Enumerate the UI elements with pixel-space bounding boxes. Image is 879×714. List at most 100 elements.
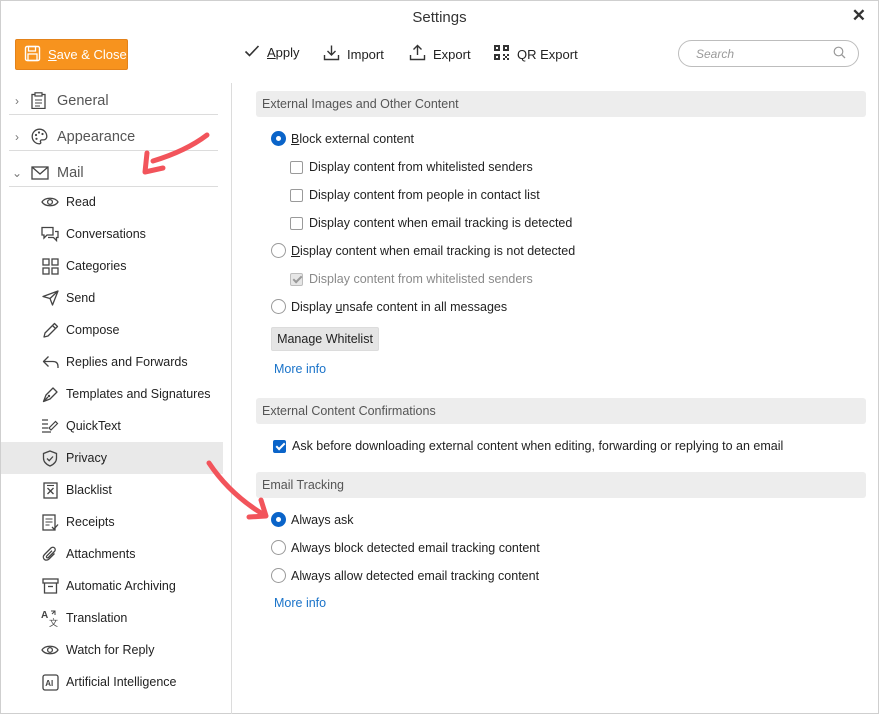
- sidebar-item-attachments[interactable]: Attachments: [1, 538, 223, 570]
- sidebar-item-label: Watch for Reply: [66, 643, 155, 657]
- sidebar-item-conversations[interactable]: Conversations: [1, 218, 223, 250]
- qr-export-label: QR Export: [517, 46, 578, 62]
- sidebar-item-label: Conversations: [66, 227, 146, 241]
- chat-bubbles-icon: [40, 224, 60, 244]
- sidebar-item-receipts[interactable]: Receipts: [1, 506, 223, 538]
- grid-icon: [40, 256, 60, 276]
- whitelisted-senders-label: Display content from whitelisted senders: [309, 160, 533, 174]
- checkbox-indicator[interactable]: [290, 216, 303, 230]
- checkbox-indicator[interactable]: [290, 160, 303, 174]
- manage-whitelist-button[interactable]: Manage Whitelist: [271, 327, 379, 351]
- sidebar-item-privacy[interactable]: Privacy: [1, 442, 223, 474]
- sidebar-item-label: Compose: [66, 323, 120, 337]
- more-info-link[interactable]: More info: [274, 596, 326, 610]
- section-header-confirmations: External Content Confirmations: [256, 398, 866, 424]
- checkbox-indicator[interactable]: [290, 188, 303, 202]
- svg-text:AI: AI: [45, 679, 53, 688]
- sidebar-item-label: Blacklist: [66, 483, 112, 497]
- section-header-external-images: External Images and Other Content: [256, 91, 866, 117]
- pencil-icon: [40, 320, 60, 340]
- clipboard-icon: [31, 92, 55, 109]
- tracking-not-detected-label: Display content when email tracking is n…: [291, 243, 576, 258]
- sidebar-item-label: Templates and Signatures: [66, 387, 211, 401]
- always-ask-radio[interactable]: Always ask: [271, 512, 354, 527]
- sidebar-item-label: Privacy: [66, 451, 107, 465]
- envelope-icon: [31, 165, 55, 180]
- sidebar-item-blacklist[interactable]: Blacklist: [1, 474, 223, 506]
- checkbox-indicator[interactable]: [273, 439, 286, 453]
- search-icon[interactable]: [833, 46, 846, 62]
- sidebar-item-send[interactable]: Send: [1, 282, 223, 314]
- radio-indicator[interactable]: [271, 243, 286, 258]
- sidebar-item-label: Translation: [66, 611, 128, 625]
- apply-label: Apply: [267, 45, 300, 60]
- settings-sidebar: › General › Appearance ⌄ Mail Read Conve…: [1, 83, 232, 714]
- category-mail[interactable]: ⌄ Mail: [9, 159, 218, 187]
- category-general[interactable]: › General: [9, 87, 218, 115]
- whitelisted-senders-checkbox[interactable]: Display content from whitelisted senders: [290, 160, 533, 174]
- close-icon[interactable]: ✕: [852, 6, 866, 26]
- shield-icon: [40, 448, 60, 468]
- archive-icon: [40, 576, 60, 596]
- qr-export-button[interactable]: QR Export: [493, 44, 578, 64]
- quicktext-icon: [40, 416, 60, 436]
- contact-list-checkbox[interactable]: Display content from people in contact l…: [290, 188, 540, 202]
- settings-window: Settings ✕ Save & Close Apply Import Exp…: [0, 0, 879, 714]
- block-external-content-radio[interactable]: Block external content: [271, 131, 414, 146]
- sidebar-item-compose[interactable]: Compose: [1, 314, 223, 346]
- apply-button[interactable]: Apply: [244, 44, 300, 61]
- sidebar-item-replies-and-forwards[interactable]: Replies and Forwards: [1, 346, 223, 378]
- ai-icon: AI: [40, 672, 60, 692]
- radio-indicator[interactable]: [271, 299, 286, 314]
- export-label: Export: [433, 46, 471, 62]
- always-allow-radio[interactable]: Always allow detected email tracking con…: [271, 568, 539, 583]
- ask-before-download-checkbox[interactable]: Ask before downloading external content …: [273, 439, 783, 453]
- always-block-radio[interactable]: Always block detected email tracking con…: [271, 540, 540, 555]
- import-button[interactable]: Import: [323, 44, 384, 64]
- sidebar-item-read[interactable]: Read: [1, 186, 223, 218]
- sidebar-item-label: Replies and Forwards: [66, 355, 188, 369]
- block-external-content-label: Block external content: [291, 131, 414, 146]
- save-and-close-button[interactable]: Save & Close: [15, 39, 128, 70]
- paper-plane-icon: [40, 288, 60, 308]
- whitelisted-senders-disabled-checkbox: Display content from whitelisted senders: [290, 272, 533, 286]
- sidebar-item-translation[interactable]: A文 Translation: [1, 602, 223, 634]
- sidebar-item-automatic-archiving[interactable]: Automatic Archiving: [1, 570, 223, 602]
- search-input[interactable]: [696, 46, 816, 61]
- sidebar-item-label: Send: [66, 291, 96, 305]
- category-appearance[interactable]: › Appearance: [9, 123, 218, 151]
- sidebar-item-templates-and-signatures[interactable]: Templates and Signatures: [1, 378, 223, 410]
- export-icon: [409, 44, 426, 64]
- sidebar-item-categories[interactable]: Categories: [1, 250, 223, 282]
- checkmark-icon: [244, 44, 260, 61]
- radio-indicator[interactable]: [271, 568, 286, 583]
- unsafe-content-radio[interactable]: Display unsafe content in all messages: [271, 299, 507, 314]
- palette-icon: [31, 128, 55, 145]
- toolbar: Save & Close Apply Import Export QR Expo: [1, 35, 878, 75]
- contact-list-label: Display content from people in contact l…: [309, 188, 540, 202]
- tracking-detected-checkbox[interactable]: Display content when email tracking is d…: [290, 216, 572, 230]
- import-icon: [323, 44, 340, 64]
- sidebar-item-quicktext[interactable]: QuickText: [1, 410, 223, 442]
- paperclip-icon: [40, 544, 60, 564]
- radio-indicator[interactable]: [271, 131, 286, 146]
- search-box[interactable]: [678, 40, 859, 67]
- always-block-label: Always block detected email tracking con…: [291, 540, 540, 555]
- translate-icon: A文: [40, 608, 60, 628]
- reply-icon: [40, 352, 60, 372]
- qr-code-icon: [493, 44, 510, 64]
- radio-indicator[interactable]: [271, 512, 286, 527]
- category-general-label: General: [57, 92, 109, 109]
- save-icon: [24, 45, 41, 65]
- window-title: Settings: [412, 9, 467, 26]
- export-button[interactable]: Export: [409, 44, 471, 64]
- sidebar-item-label: QuickText: [66, 419, 121, 433]
- receipt-icon: [40, 512, 60, 532]
- sidebar-item-label: Categories: [66, 259, 127, 273]
- radio-indicator[interactable]: [271, 540, 286, 555]
- tracking-not-detected-radio[interactable]: Display content when email tracking is n…: [271, 243, 575, 258]
- sidebar-item-artificial-intelligence[interactable]: AI Artificial Intelligence: [1, 666, 223, 698]
- more-info-link[interactable]: More info: [274, 362, 326, 376]
- ask-before-download-label: Ask before downloading external content …: [292, 439, 784, 453]
- sidebar-item-watch-for-reply[interactable]: Watch for Reply: [1, 634, 223, 666]
